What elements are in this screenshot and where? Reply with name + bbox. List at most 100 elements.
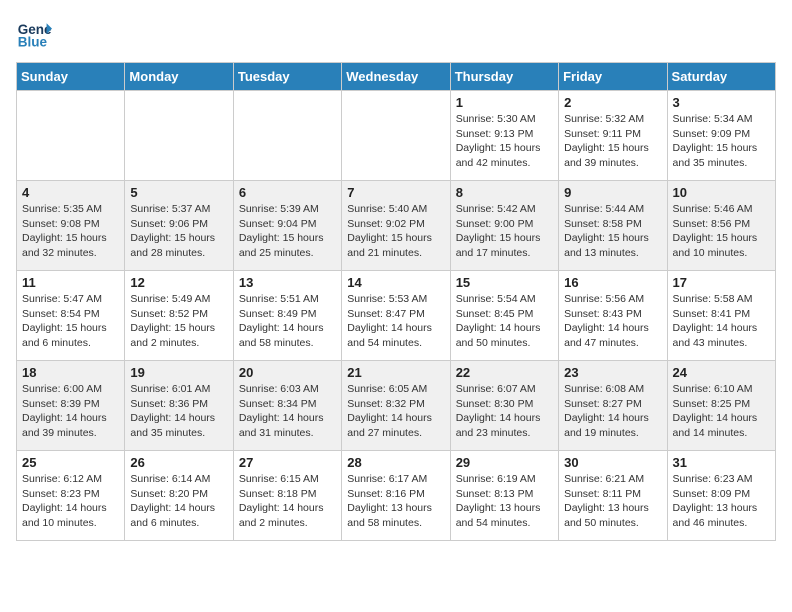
day-info: Sunrise: 5:51 AM Sunset: 8:49 PM Dayligh… (239, 292, 336, 351)
weekday-header: Thursday (450, 63, 558, 91)
calendar-cell: 23 Sunrise: 6:08 AM Sunset: 8:27 PM Dayli… (559, 361, 667, 451)
day-number: 20 (239, 365, 336, 380)
calendar-cell: 29 Sunrise: 6:19 AM Sunset: 8:13 PM Dayli… (450, 451, 558, 541)
day-number: 22 (456, 365, 553, 380)
weekday-header: Saturday (667, 63, 775, 91)
day-number: 28 (347, 455, 444, 470)
calendar-cell: 9 Sunrise: 5:44 AM Sunset: 8:58 PM Daylig… (559, 181, 667, 271)
calendar-cell: 11Sunrise: 5:47 AM Sunset: 8:54 PM Dayli… (17, 271, 125, 361)
calendar-cell: 4Sunrise: 5:35 AM Sunset: 9:08 PM Daylig… (17, 181, 125, 271)
day-info: Sunrise: 6:10 AM Sunset: 8:25 PM Dayligh… (673, 382, 770, 441)
day-info: Sunrise: 5:56 AM Sunset: 8:43 PM Dayligh… (564, 292, 661, 351)
calendar-cell: 26 Sunrise: 6:14 AM Sunset: 8:20 PM Dayli… (125, 451, 233, 541)
weekday-header: Friday (559, 63, 667, 91)
day-number: 30 (564, 455, 661, 470)
day-info: Sunrise: 6:14 AM Sunset: 8:20 PM Dayligh… (130, 472, 227, 531)
calendar-cell (125, 91, 233, 181)
day-info: Sunrise: 6:00 AM Sunset: 8:39 PM Dayligh… (22, 382, 119, 441)
day-number: 31 (673, 455, 770, 470)
calendar-cell: 20 Sunrise: 6:03 AM Sunset: 8:34 PM Dayli… (233, 361, 341, 451)
day-number: 25 (22, 455, 119, 470)
day-info: Sunrise: 5:39 AM Sunset: 9:04 PM Dayligh… (239, 202, 336, 261)
day-info: Sunrise: 5:32 AM Sunset: 9:11 PM Dayligh… (564, 112, 661, 171)
calendar-cell: 19 Sunrise: 6:01 AM Sunset: 8:36 PM Dayli… (125, 361, 233, 451)
day-number: 16 (564, 275, 661, 290)
calendar-cell: 21 Sunrise: 6:05 AM Sunset: 8:32 PM Dayli… (342, 361, 450, 451)
calendar-cell: 17Sunrise: 5:58 AM Sunset: 8:41 PM Dayli… (667, 271, 775, 361)
day-info: Sunrise: 5:53 AM Sunset: 8:47 PM Dayligh… (347, 292, 444, 351)
day-info: Sunrise: 6:17 AM Sunset: 8:16 PM Dayligh… (347, 472, 444, 531)
calendar-cell: 27Sunrise: 6:15 AM Sunset: 8:18 PM Dayli… (233, 451, 341, 541)
weekday-header: Monday (125, 63, 233, 91)
calendar-cell (17, 91, 125, 181)
day-info: Sunrise: 6:23 AM Sunset: 8:09 PM Dayligh… (673, 472, 770, 531)
day-info: Sunrise: 6:01 AM Sunset: 8:36 PM Dayligh… (130, 382, 227, 441)
calendar-cell: 28 Sunrise: 6:17 AM Sunset: 8:16 PM Dayli… (342, 451, 450, 541)
logo: General Blue (16, 16, 52, 52)
calendar-cell: 16 Sunrise: 5:56 AM Sunset: 8:43 PM Dayli… (559, 271, 667, 361)
calendar-week-row: 4Sunrise: 5:35 AM Sunset: 9:08 PM Daylig… (17, 181, 776, 271)
weekday-header: Tuesday (233, 63, 341, 91)
calendar-cell: 3 Sunrise: 5:34 AM Sunset: 9:09 PM Daylig… (667, 91, 775, 181)
calendar-cell: 1 Sunrise: 5:30 AM Sunset: 9:13 PM Daylig… (450, 91, 558, 181)
calendar-table: SundayMondayTuesdayWednesdayThursdayFrid… (16, 62, 776, 541)
day-number: 12 (130, 275, 227, 290)
day-number: 7 (347, 185, 444, 200)
calendar-cell (233, 91, 341, 181)
calendar-cell: 6 Sunrise: 5:39 AM Sunset: 9:04 PM Daylig… (233, 181, 341, 271)
calendar-cell: 2Sunrise: 5:32 AM Sunset: 9:11 PM Daylig… (559, 91, 667, 181)
calendar-week-row: 25 Sunrise: 6:12 AM Sunset: 8:23 PM Dayli… (17, 451, 776, 541)
day-info: Sunrise: 5:44 AM Sunset: 8:58 PM Dayligh… (564, 202, 661, 261)
day-number: 14 (347, 275, 444, 290)
day-info: Sunrise: 5:34 AM Sunset: 9:09 PM Dayligh… (673, 112, 770, 171)
day-info: Sunrise: 6:05 AM Sunset: 8:32 PM Dayligh… (347, 382, 444, 441)
calendar-week-row: 18 Sunrise: 6:00 AM Sunset: 8:39 PM Dayli… (17, 361, 776, 451)
day-info: Sunrise: 5:30 AM Sunset: 9:13 PM Dayligh… (456, 112, 553, 171)
day-number: 24 (673, 365, 770, 380)
day-number: 8 (456, 185, 553, 200)
day-info: Sunrise: 6:12 AM Sunset: 8:23 PM Dayligh… (22, 472, 119, 531)
day-number: 6 (239, 185, 336, 200)
day-info: Sunrise: 6:08 AM Sunset: 8:27 PM Dayligh… (564, 382, 661, 441)
day-number: 27 (239, 455, 336, 470)
day-number: 1 (456, 95, 553, 110)
calendar-cell: 10 Sunrise: 5:46 AM Sunset: 8:56 PM Dayli… (667, 181, 775, 271)
day-number: 21 (347, 365, 444, 380)
calendar-cell: 31 Sunrise: 6:23 AM Sunset: 8:09 PM Dayli… (667, 451, 775, 541)
day-number: 18 (22, 365, 119, 380)
day-info: Sunrise: 6:21 AM Sunset: 8:11 PM Dayligh… (564, 472, 661, 531)
day-info: Sunrise: 6:07 AM Sunset: 8:30 PM Dayligh… (456, 382, 553, 441)
day-info: Sunrise: 6:03 AM Sunset: 8:34 PM Dayligh… (239, 382, 336, 441)
day-info: Sunrise: 5:49 AM Sunset: 8:52 PM Dayligh… (130, 292, 227, 351)
day-number: 29 (456, 455, 553, 470)
day-info: Sunrise: 6:19 AM Sunset: 8:13 PM Dayligh… (456, 472, 553, 531)
weekday-header: Wednesday (342, 63, 450, 91)
calendar-cell: 25 Sunrise: 6:12 AM Sunset: 8:23 PM Dayli… (17, 451, 125, 541)
calendar-cell: 24 Sunrise: 6:10 AM Sunset: 8:25 PM Dayli… (667, 361, 775, 451)
day-info: Sunrise: 5:42 AM Sunset: 9:00 PM Dayligh… (456, 202, 553, 261)
day-number: 10 (673, 185, 770, 200)
calendar-cell: 30 Sunrise: 6:21 AM Sunset: 8:11 PM Dayli… (559, 451, 667, 541)
calendar-cell: 15Sunrise: 5:54 AM Sunset: 8:45 PM Dayli… (450, 271, 558, 361)
day-number: 3 (673, 95, 770, 110)
calendar-cell: 14 Sunrise: 5:53 AM Sunset: 8:47 PM Dayli… (342, 271, 450, 361)
calendar-week-row: 11Sunrise: 5:47 AM Sunset: 8:54 PM Dayli… (17, 271, 776, 361)
day-info: Sunrise: 5:46 AM Sunset: 8:56 PM Dayligh… (673, 202, 770, 261)
page-header: General Blue (16, 16, 776, 52)
day-number: 26 (130, 455, 227, 470)
calendar-cell: 13Sunrise: 5:51 AM Sunset: 8:49 PM Dayli… (233, 271, 341, 361)
day-info: Sunrise: 5:37 AM Sunset: 9:06 PM Dayligh… (130, 202, 227, 261)
weekday-header: Sunday (17, 63, 125, 91)
calendar-week-row: 1 Sunrise: 5:30 AM Sunset: 9:13 PM Daylig… (17, 91, 776, 181)
calendar-cell (342, 91, 450, 181)
day-info: Sunrise: 5:40 AM Sunset: 9:02 PM Dayligh… (347, 202, 444, 261)
day-number: 23 (564, 365, 661, 380)
logo-icon: General Blue (16, 16, 52, 52)
day-number: 9 (564, 185, 661, 200)
day-number: 19 (130, 365, 227, 380)
calendar-cell: 8 Sunrise: 5:42 AM Sunset: 9:00 PM Daylig… (450, 181, 558, 271)
calendar-cell: 22 Sunrise: 6:07 AM Sunset: 8:30 PM Dayli… (450, 361, 558, 451)
calendar-cell: 12 Sunrise: 5:49 AM Sunset: 8:52 PM Dayli… (125, 271, 233, 361)
day-info: Sunrise: 5:58 AM Sunset: 8:41 PM Dayligh… (673, 292, 770, 351)
calendar-cell: 7 Sunrise: 5:40 AM Sunset: 9:02 PM Daylig… (342, 181, 450, 271)
